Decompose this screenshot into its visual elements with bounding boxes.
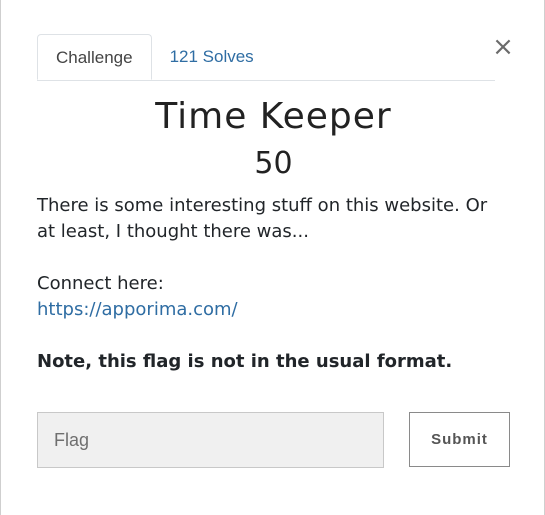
- connect-link[interactable]: https://apporima.com/: [37, 299, 238, 320]
- flag-input[interactable]: [37, 412, 384, 468]
- challenge-modal: × Challenge 121 Solves Time Keeper 50 Th…: [0, 0, 545, 515]
- flag-format-note: Note, this flag is not in the usual form…: [37, 351, 453, 372]
- connect-label: Connect here:: [37, 273, 164, 294]
- tab-bar: Challenge 121 Solves: [37, 34, 495, 81]
- close-button[interactable]: ×: [492, 34, 514, 60]
- submit-button[interactable]: Submit: [409, 412, 510, 467]
- challenge-title: Time Keeper: [155, 96, 392, 137]
- tab-challenge[interactable]: Challenge: [37, 34, 152, 80]
- description-text: There is some interesting stuff on this …: [37, 195, 488, 242]
- challenge-description: There is some interesting stuff on this …: [37, 193, 507, 375]
- challenge-value: 50: [254, 146, 293, 181]
- tab-solves[interactable]: 121 Solves: [152, 34, 272, 79]
